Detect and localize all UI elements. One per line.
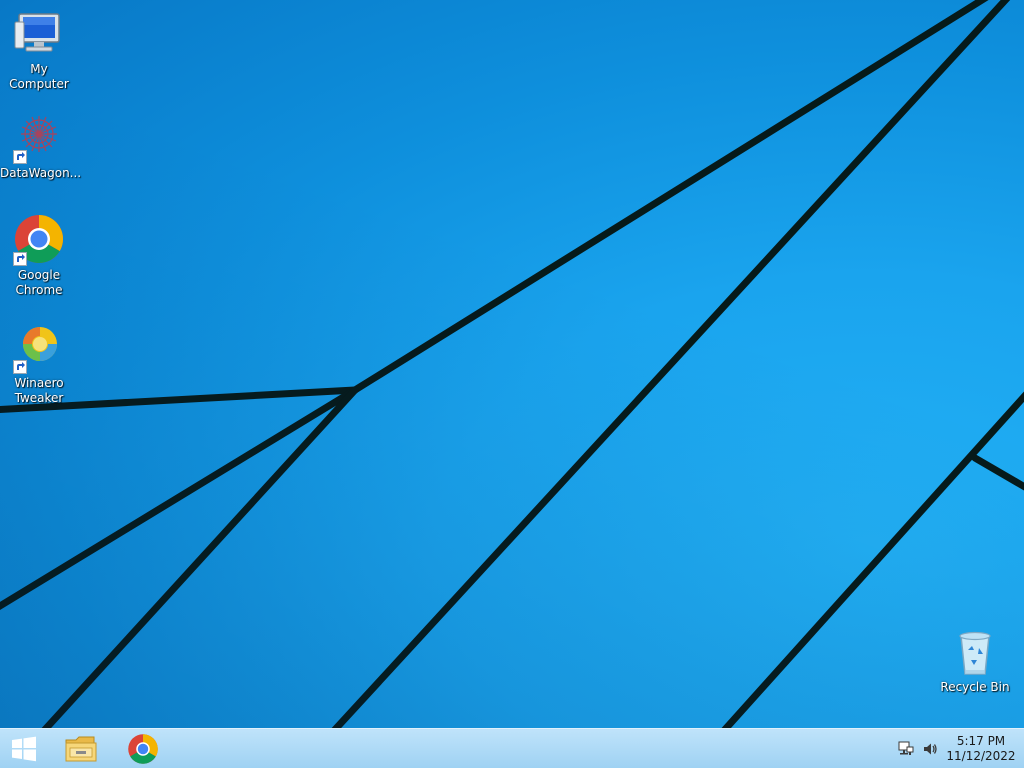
taskbar-file-explorer-button[interactable] xyxy=(57,729,105,768)
desktop-icon-label: Recycle Bin xyxy=(940,680,1010,694)
start-button[interactable] xyxy=(0,729,48,768)
tray-network-button[interactable] xyxy=(896,729,916,768)
desktop-icon-label: Winaero Tweaker xyxy=(14,376,64,405)
network-icon xyxy=(898,741,914,755)
windows-logo-icon xyxy=(12,736,36,761)
folder-icon xyxy=(65,736,97,761)
desktop-icon-winaero-tweaker[interactable]: Winaero Tweaker xyxy=(0,322,78,406)
desktop-icon-label: Google Chrome xyxy=(15,268,63,297)
chrome-icon xyxy=(128,733,158,764)
shortcut-arrow-icon xyxy=(13,150,27,164)
datawagon-icon xyxy=(13,112,65,164)
desktop-icon-datawagon[interactable]: DataWagon... xyxy=(0,112,82,181)
tray-volume-button[interactable] xyxy=(920,729,940,768)
taskbar-chrome-button[interactable] xyxy=(119,729,167,768)
shortcut-arrow-icon xyxy=(13,360,27,374)
volume-icon xyxy=(924,743,937,754)
wallpaper-lines xyxy=(0,0,1024,728)
desktop-icon-recycle-bin[interactable]: Recycle Bin xyxy=(936,628,1014,695)
clock-time: 5:17 PM xyxy=(956,733,1006,748)
clock-date: 11/12/2022 xyxy=(946,748,1016,763)
desktop-icon-label: My Computer xyxy=(9,62,69,91)
recycle-bin-icon xyxy=(949,628,1001,678)
winaero-tweaker-icon xyxy=(13,322,65,374)
chrome-icon xyxy=(13,214,65,266)
desktop-icon-google-chrome[interactable]: Google Chrome xyxy=(0,214,78,298)
computer-icon xyxy=(13,8,65,60)
desktop-icon-my-computer[interactable]: My Computer xyxy=(0,8,78,92)
tray-clock[interactable]: 5:17 PM 11/12/2022 xyxy=(942,729,1020,768)
taskbar[interactable]: 5:17 PM 11/12/2022 xyxy=(0,728,1024,768)
desktop[interactable]: My Computer DataWagon... Google Chrome W… xyxy=(0,0,1024,728)
shortcut-arrow-icon xyxy=(13,252,27,266)
desktop-icon-label: DataWagon... xyxy=(0,166,82,180)
